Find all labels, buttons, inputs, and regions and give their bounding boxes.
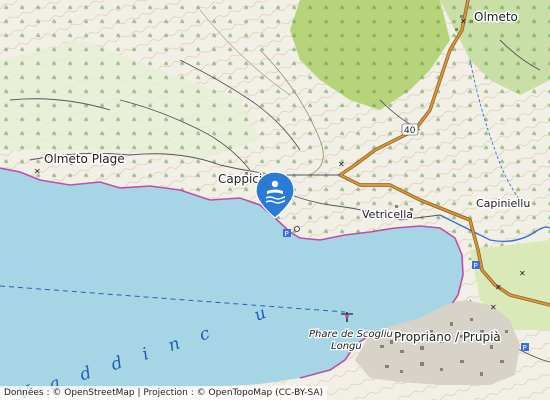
attribution-otm-link[interactable]: © OpenTopoMap: [197, 388, 273, 398]
place-label-capiniellu: Capiniellu: [476, 197, 530, 210]
svg-text:✕: ✕: [34, 167, 41, 176]
svg-text:✕: ✕: [495, 283, 502, 292]
attribution-separator: | Projection :: [134, 388, 197, 398]
place-label-vetricella: Vetricella: [362, 208, 413, 221]
road-ref-shield: 40: [401, 123, 419, 136]
place-label-olmeto-plage: Olmeto Plage: [44, 152, 125, 166]
place-label-olmeto: Olmeto: [474, 10, 518, 24]
svg-text:✕: ✕: [460, 17, 467, 26]
parking-icon: P: [521, 343, 529, 352]
place-label-propriano: Propriano / Prupià: [394, 330, 501, 344]
label-phare-line2: Longu: [331, 341, 362, 352]
topo-map-canvas[interactable]: ♠: [0, 0, 550, 400]
attribution-license: (CC-BY-SA): [272, 388, 324, 398]
parking-icon: P: [283, 229, 291, 238]
svg-text:P: P: [474, 262, 478, 270]
svg-text:✕: ✕: [338, 160, 345, 169]
svg-text:P: P: [523, 344, 527, 352]
svg-text:✕: ✕: [490, 303, 497, 312]
parking-icon: P: [472, 261, 480, 270]
svg-text:P: P: [285, 230, 289, 238]
attribution-osm-link[interactable]: © OpenStreetMap: [52, 388, 134, 398]
svg-text:✕: ✕: [519, 269, 526, 278]
svg-text:40: 40: [404, 126, 416, 136]
map-view[interactable]: ♠: [0, 0, 550, 400]
attribution-bar: Données : © OpenStreetMap | Projection :…: [0, 386, 328, 400]
label-phare-line1: Phare de Scogliu: [309, 329, 393, 340]
attribution-data-label: Données :: [4, 388, 53, 398]
